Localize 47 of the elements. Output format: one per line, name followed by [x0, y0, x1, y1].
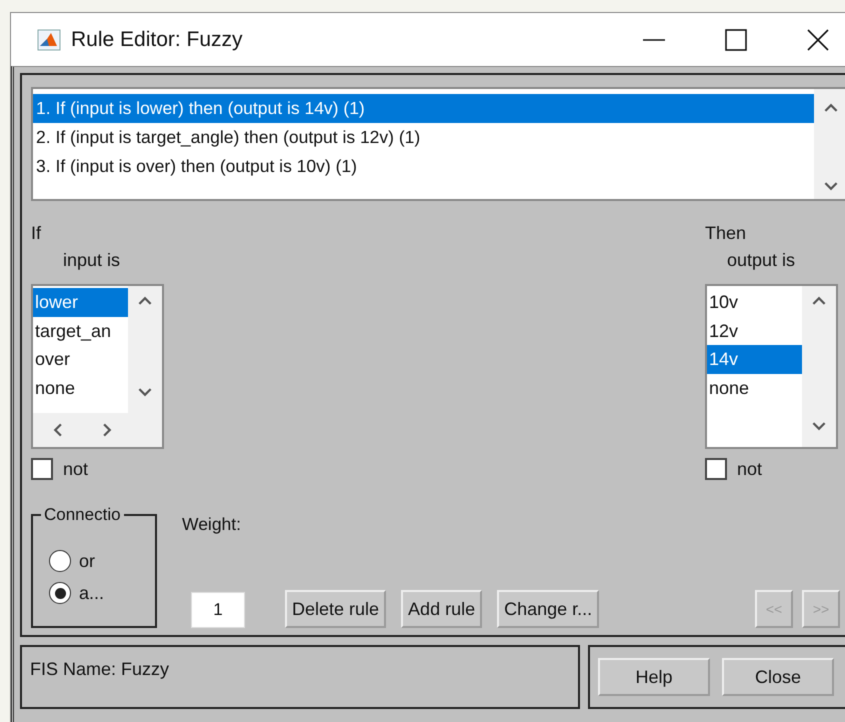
- list-item[interactable]: target_an: [33, 316, 128, 345]
- footer-button[interactable]: Close: [722, 658, 834, 696]
- variable-label: input is: [63, 249, 120, 272]
- rule-button[interactable]: Add rule: [401, 590, 482, 628]
- scrollbar[interactable]: [814, 89, 845, 199]
- status-text: FIS Name: Fuzzy: [30, 659, 170, 679]
- radio-button[interactable]: [49, 582, 71, 604]
- scroll-left-icon[interactable]: [53, 423, 62, 437]
- list-item[interactable]: over: [33, 345, 128, 374]
- scrollbar[interactable]: [33, 413, 162, 447]
- scroll-down-icon[interactable]: [138, 388, 152, 397]
- scrollbar[interactable]: [128, 286, 162, 413]
- footer-button[interactable]: Help: [598, 658, 710, 696]
- rule-button[interactable]: Change r...: [497, 590, 600, 628]
- app-icon: [37, 28, 61, 52]
- weight-field[interactable]: 1: [191, 592, 245, 628]
- list-item[interactable]: 10v: [707, 288, 802, 316]
- rule-item[interactable]: 1. If (input is lower) then (output is 14v) (1): [33, 94, 814, 123]
- scroll-down-icon[interactable]: [812, 422, 826, 431]
- section-heading: Then: [705, 222, 746, 245]
- maximize-icon[interactable]: [724, 28, 748, 52]
- checkbox-label: not: [63, 458, 88, 480]
- scroll-up-icon[interactable]: [138, 296, 152, 305]
- weight-label: Weight:: [182, 514, 242, 535]
- list-item[interactable]: none: [707, 374, 802, 402]
- scroll-down-icon[interactable]: [824, 182, 838, 191]
- radio-button[interactable]: [49, 550, 71, 572]
- list-item[interactable]: lower: [33, 288, 128, 316]
- window-title: Rule Editor: Fuzzy: [71, 28, 243, 52]
- scrollbar[interactable]: [802, 286, 836, 447]
- scroll-right-icon[interactable]: [102, 423, 112, 437]
- list-item[interactable]: none: [33, 374, 128, 402]
- rule-item[interactable]: 3. If (input is over) then (output is 10v) (1): [33, 152, 814, 181]
- rule-item[interactable]: 2. If (input is target_angle) then (output is 12v) (1): [33, 123, 814, 152]
- list-item[interactable]: 12v: [707, 316, 802, 345]
- scroll-up-icon[interactable]: [812, 296, 826, 305]
- checkbox[interactable]: [31, 458, 53, 480]
- section-heading: If: [31, 222, 42, 245]
- close-icon[interactable]: [806, 28, 830, 52]
- checkbox[interactable]: [705, 458, 727, 480]
- list-item[interactable]: 14v: [707, 345, 802, 374]
- radio-label: a...: [79, 582, 104, 604]
- checkbox-label: not: [737, 458, 762, 480]
- radio-label: or: [79, 550, 96, 572]
- scroll-up-icon[interactable]: [824, 103, 838, 112]
- variable-label: output is: [727, 249, 796, 272]
- rule-button[interactable]: Delete rule: [285, 590, 386, 628]
